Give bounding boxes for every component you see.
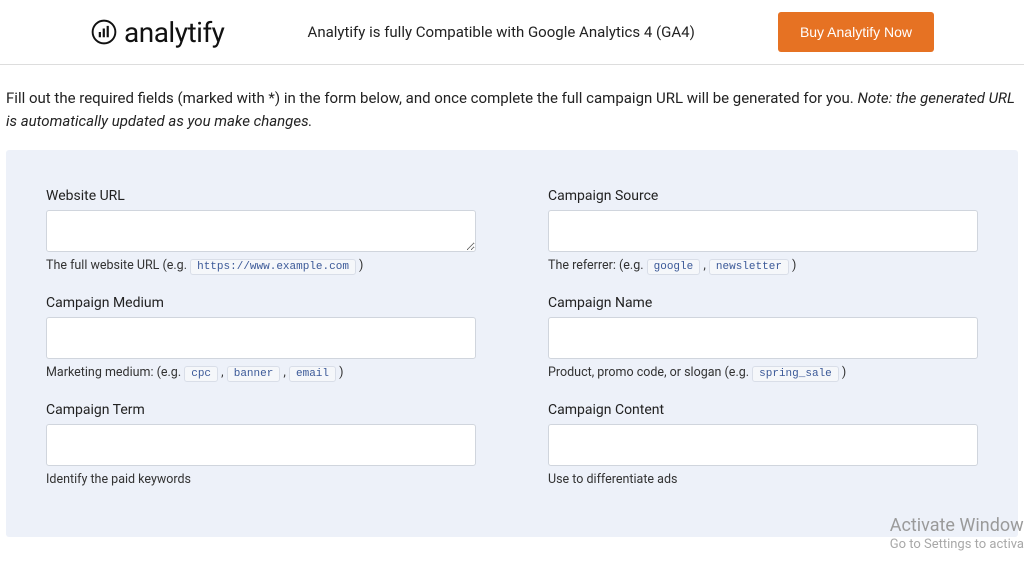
code-chip: cpc — [184, 366, 218, 382]
website-url-label: Website URL — [46, 188, 476, 204]
top-bar: analytify Analytify is fully Compatible … — [0, 0, 1024, 65]
campaign-source-field: Campaign Source The referrer: (e.g. goog… — [548, 188, 978, 275]
header-message: Analytify is fully Compatible with Googl… — [264, 23, 738, 41]
campaign-term-field: Campaign Term Identify the paid keywords — [46, 402, 476, 487]
campaign-medium-helper: Marketing medium: (e.g. cpc , banner , e… — [46, 365, 476, 382]
watermark-subtitle: Go to Settings to activa — [890, 537, 1024, 554]
website-url-input[interactable] — [46, 210, 476, 252]
code-chip: newsletter — [709, 259, 789, 275]
intro-prefix: Fill out the required fields (marked wit… — [6, 89, 857, 107]
campaign-content-input[interactable] — [548, 424, 978, 466]
code-chip: email — [289, 366, 336, 382]
campaign-content-field: Campaign Content Use to differentiate ad… — [548, 402, 978, 487]
campaign-name-label: Campaign Name — [548, 295, 978, 311]
form-grid: Website URL The full website URL (e.g. h… — [46, 188, 978, 487]
code-chip: google — [647, 259, 701, 275]
analytify-logo-icon — [90, 18, 118, 46]
website-url-field: Website URL The full website URL (e.g. h… — [46, 188, 476, 275]
campaign-source-helper: The referrer: (e.g. google , newsletter … — [548, 258, 978, 275]
campaign-term-helper: Identify the paid keywords — [46, 472, 476, 487]
campaign-name-helper: Product, promo code, or slogan (e.g. spr… — [548, 365, 978, 382]
campaign-term-label: Campaign Term — [46, 402, 476, 418]
brand-logo[interactable]: analytify — [90, 16, 224, 49]
campaign-source-label: Campaign Source — [548, 188, 978, 204]
campaign-content-helper: Use to differentiate ads — [548, 472, 978, 487]
campaign-source-input[interactable] — [548, 210, 978, 252]
campaign-content-label: Campaign Content — [548, 402, 978, 418]
campaign-term-input[interactable] — [46, 424, 476, 466]
campaign-name-input[interactable] — [548, 317, 978, 359]
campaign-name-field: Campaign Name Product, promo code, or sl… — [548, 295, 978, 382]
campaign-medium-field: Campaign Medium Marketing medium: (e.g. … — [46, 295, 476, 382]
code-chip: https://www.example.com — [190, 259, 356, 275]
campaign-medium-input[interactable] — [46, 317, 476, 359]
website-url-helper: The full website URL (e.g. https://www.e… — [46, 258, 476, 275]
intro-text: Fill out the required fields (marked wit… — [0, 65, 1024, 150]
campaign-medium-label: Campaign Medium — [46, 295, 476, 311]
code-chip: spring_sale — [752, 366, 839, 382]
brand-name: analytify — [124, 16, 224, 49]
campaign-form-panel: Website URL The full website URL (e.g. h… — [6, 150, 1018, 537]
code-chip: banner — [227, 366, 281, 382]
buy-now-button[interactable]: Buy Analytify Now — [778, 12, 934, 52]
